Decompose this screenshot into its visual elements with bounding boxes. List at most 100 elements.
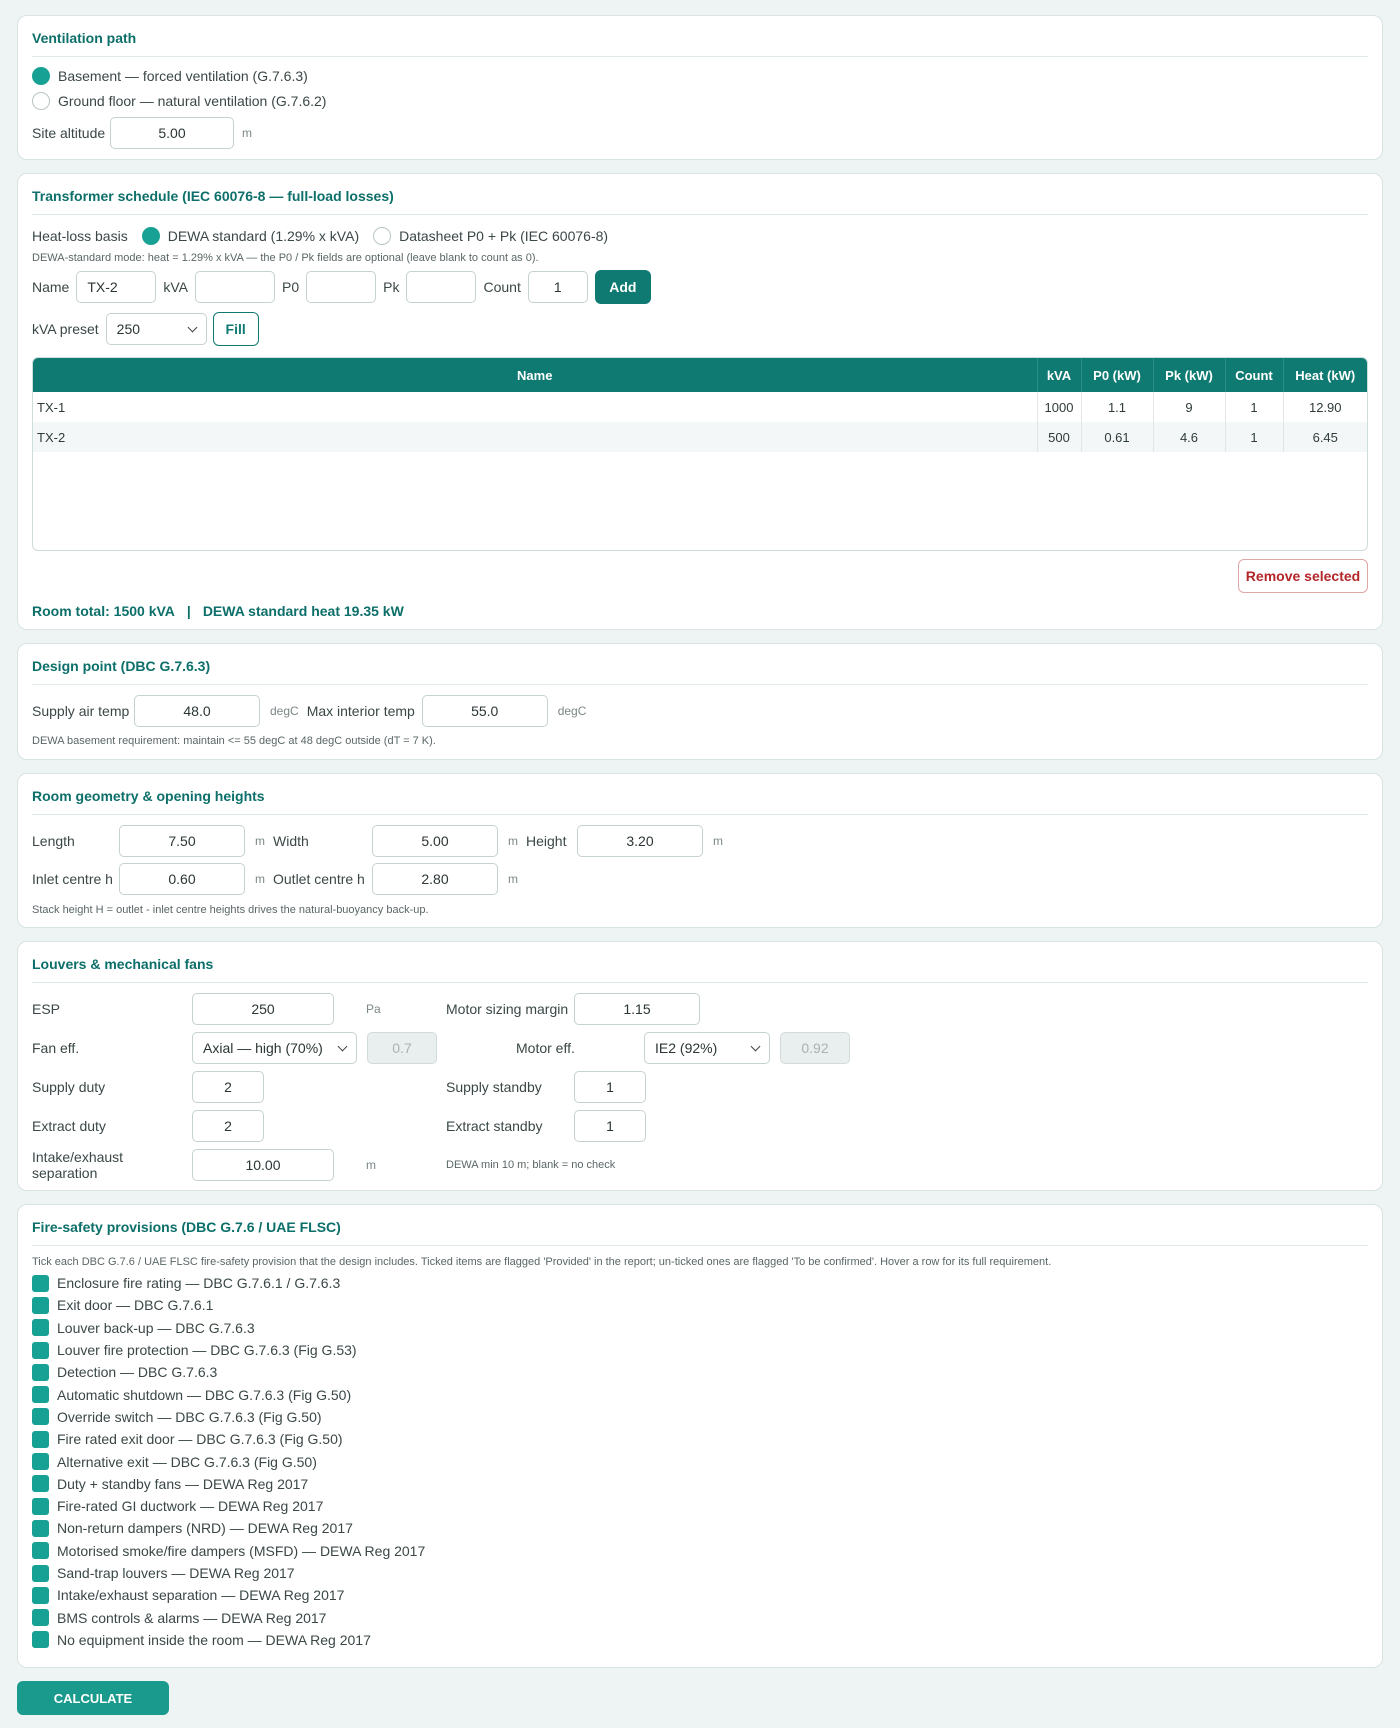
supply-temp-input[interactable]: 48.0 [134,695,260,727]
col-p0[interactable]: P0 (kW) [1081,358,1154,392]
provision-item[interactable]: BMS controls & alarms — DEWA Reg 2017 [32,1606,1368,1628]
checkbox-checked[interactable] [32,1631,49,1649]
checkbox-checked[interactable] [32,1542,49,1560]
pk-input[interactable] [406,271,477,303]
add-button[interactable]: Add [594,270,651,304]
outlet-input[interactable]: 2.80 [372,863,498,895]
extract-standby-input[interactable]: 1 [574,1110,646,1142]
provision-label: Alternative exit — DBC G.7.6.3 (Fig G.50… [57,1453,317,1470]
provision-item[interactable]: Intake/exhaust separation — DEWA Reg 201… [32,1584,1368,1606]
provision-item[interactable]: Louver fire protection — DBC G.7.6.3 (Fi… [32,1339,1368,1361]
max-temp-input[interactable]: 55.0 [421,695,548,727]
col-pk[interactable]: Pk (kW) [1153,358,1226,392]
motor-eff-select[interactable]: IE2 (92%) [644,1032,770,1064]
table-row[interactable]: TX-1 1000 1.1 9 1 12.90 [33,392,1367,422]
p0-input[interactable] [306,271,377,303]
fan-eff-select[interactable]: Axial — high (70%) [192,1032,357,1064]
preset-select[interactable]: 250 [105,313,207,345]
checkbox-checked[interactable] [32,1341,49,1359]
provision-item[interactable]: Sand-trap louvers — DEWA Reg 2017 [32,1562,1368,1584]
col-count[interactable]: Count [1225,358,1284,392]
provision-item[interactable]: Exit door — DBC G.7.6.1 [32,1294,1368,1316]
height-input[interactable]: 3.20 [577,825,703,857]
provision-item[interactable]: Automatic shutdown — DBC G.7.6.3 (Fig G.… [32,1383,1368,1405]
radio-ground-floor-indicator[interactable] [32,92,50,110]
provision-label: Louver back-up — DBC G.7.6.3 [57,1319,255,1336]
schedule-table: Name kVA P0 (kW) Pk (kW) Count Heat (kW)… [33,358,1367,452]
checkbox-checked[interactable] [32,1319,49,1337]
name-input[interactable]: TX-2 [76,271,157,303]
provision-item[interactable]: Fire rated exit door — DBC G.7.6.3 (Fig … [32,1428,1368,1450]
provision-item[interactable]: Detection — DBC G.7.6.3 [32,1361,1368,1383]
radio-ground-floor[interactable]: Ground floor — natural ventilation (G.7.… [32,92,1368,110]
checkbox-checked[interactable] [32,1519,49,1537]
provision-item[interactable]: Enclosure fire rating — DBC G.7.6.1 / G.… [32,1272,1368,1294]
cell-count: 1 [1225,392,1284,422]
fire-note: Tick each DBC G.7.6 / UAE FLSC fire-safe… [32,1256,1052,1268]
provision-label: Fire-rated GI ductwork — DEWA Reg 2017 [57,1498,324,1515]
checkbox-checked[interactable] [32,1564,49,1582]
design-note: DEWA basement requirement: maintain <= 5… [32,735,436,747]
provision-item[interactable]: Non-return dampers (NRD) — DEWA Reg 2017 [32,1517,1368,1539]
provision-item[interactable]: Alternative exit — DBC G.7.6.3 (Fig G.50… [32,1450,1368,1472]
checkbox-checked[interactable] [32,1274,49,1292]
room-total: Room total: 1500 kVA | DEWA standard hea… [32,603,1368,619]
motor-eff-select-value: IE2 (92%) [655,1040,718,1056]
basis-datasheet-label: Datasheet P0 + Pk (IEC 60076-8) [399,228,609,244]
checkbox-checked[interactable] [32,1408,49,1426]
table-row[interactable]: TX-2 500 0.61 4.6 1 6.45 [33,422,1367,452]
provision-label: Enclosure fire rating — DBC G.7.6.1 / G.… [57,1275,341,1292]
remove-selected-button[interactable]: Remove selected [1238,559,1368,593]
checkbox-checked[interactable] [32,1363,49,1381]
col-kva[interactable]: kVA [1037,358,1082,392]
fill-button[interactable]: Fill [212,312,259,346]
geometry-card: Room geometry & opening heights Length 7… [17,773,1383,928]
fire-title: Fire-safety provisions (DBC G.7.6 / UAE … [32,1219,1368,1246]
esp-input[interactable]: 250 [192,993,334,1025]
p0-label: P0 [282,279,300,295]
cell-pk: 4.6 [1153,422,1226,452]
provision-item[interactable]: No equipment inside the room — DEWA Reg … [32,1629,1368,1651]
provision-item[interactable]: Louver back-up — DBC G.7.6.3 [32,1317,1368,1339]
kva-input[interactable] [195,271,275,303]
motor-margin-input[interactable]: 1.15 [574,993,700,1025]
radio-basement-indicator[interactable] [32,67,50,85]
basis-datasheet-radio[interactable] [373,227,392,245]
checkbox-checked[interactable] [32,1296,49,1314]
room-total-kva: Room total: 1500 kVA [32,603,175,619]
checkbox-checked[interactable] [32,1475,49,1493]
louvers-card: Louvers & mechanical fans ESP 250 Pa Mot… [17,941,1383,1191]
checkbox-checked[interactable] [32,1609,49,1627]
supply-standby-input[interactable]: 1 [574,1071,646,1103]
checkbox-checked[interactable] [32,1497,49,1515]
checkbox-checked[interactable] [32,1386,49,1404]
provision-item[interactable]: Duty + standby fans — DEWA Reg 2017 [32,1473,1368,1495]
calculate-button[interactable]: CALCULATE [17,1681,169,1715]
provision-label: Intake/exhaust separation — DEWA Reg 201… [57,1587,345,1604]
provision-item[interactable]: Motorised smoke/fire dampers (MSFD) — DE… [32,1540,1368,1562]
inlet-input[interactable]: 0.60 [119,863,245,895]
altitude-input[interactable]: 5.00 [110,117,234,149]
width-unit: m [508,834,518,848]
checkbox-checked[interactable] [32,1586,49,1604]
motor-margin-label: Motor sizing margin [446,1001,569,1017]
width-input[interactable]: 5.00 [372,825,498,857]
count-input[interactable]: 1 [527,271,588,303]
supply-duty-input[interactable]: 2 [192,1071,264,1103]
fire-card: Fire-safety provisions (DBC G.7.6 / UAE … [17,1204,1383,1668]
checkbox-checked[interactable] [32,1453,49,1471]
geometry-title: Room geometry & opening heights [32,788,1368,815]
cell-pk: 9 [1153,392,1226,422]
col-name[interactable]: Name [33,358,1038,392]
radio-basement[interactable]: Basement — forced ventilation (G.7.6.3) [32,67,1368,85]
design-title: Design point (DBC G.7.6.3) [32,658,1368,685]
basis-dewa-radio[interactable] [141,227,160,245]
extract-duty-input[interactable]: 2 [192,1110,264,1142]
provision-item[interactable]: Override switch — DBC G.7.6.3 (Fig G.50) [32,1406,1368,1428]
provision-item[interactable]: Fire-rated GI ductwork — DEWA Reg 2017 [32,1495,1368,1517]
checkbox-checked[interactable] [32,1430,49,1448]
length-input[interactable]: 7.50 [119,825,245,857]
supply-standby-label: Supply standby [446,1079,542,1095]
col-heat[interactable]: Heat (kW) [1283,358,1367,392]
separation-input[interactable]: 10.00 [192,1149,334,1181]
